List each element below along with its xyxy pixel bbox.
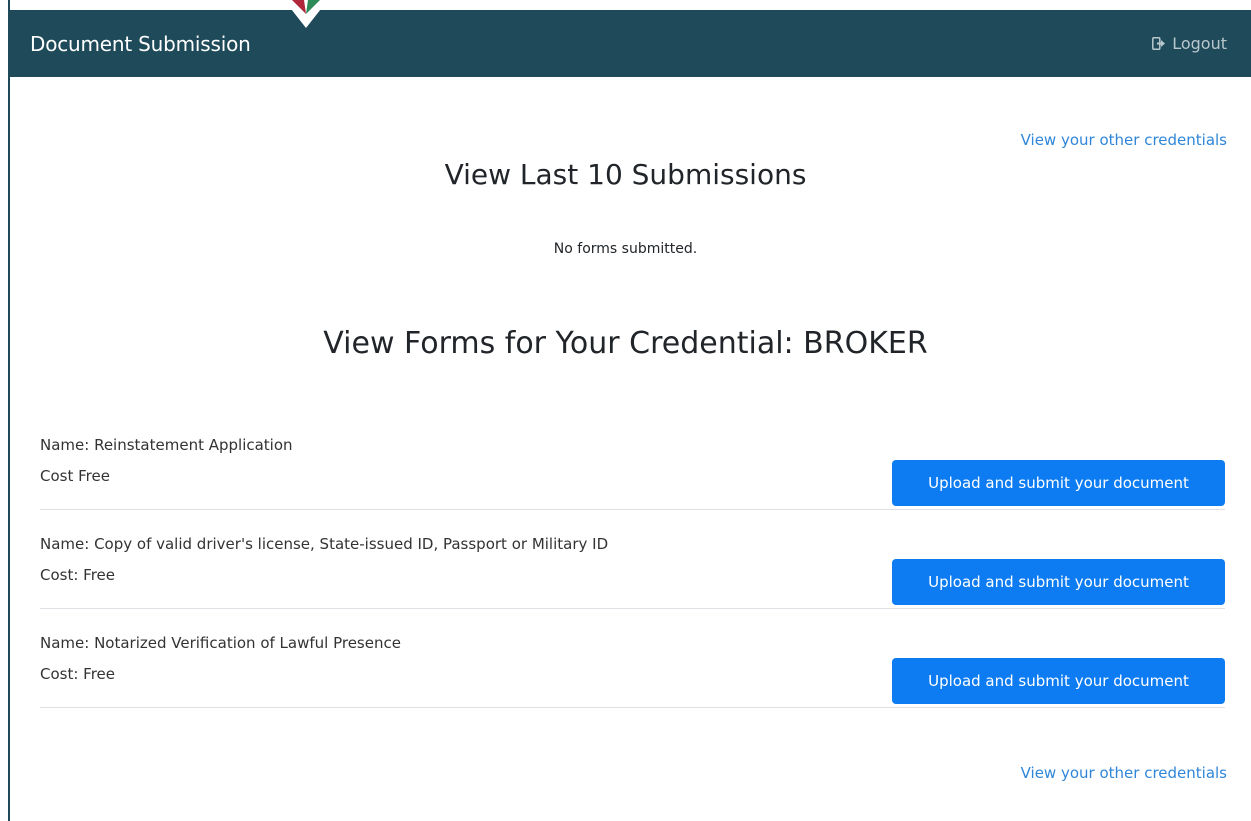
recent-submissions-heading: View Last 10 Submissions	[444, 158, 807, 191]
other-credentials-link-bottom[interactable]: View your other credentials	[1021, 764, 1227, 782]
upload-submit-button[interactable]: Upload and submit your document	[892, 658, 1225, 704]
form-cost: Cost: Free	[40, 566, 115, 584]
form-name: Name: Copy of valid driver's license, St…	[40, 535, 609, 553]
other-credentials-link-top[interactable]: View your other credentials	[1021, 131, 1227, 149]
form-cost: Cost: Free	[40, 665, 115, 683]
logo-mark-icon	[284, 0, 328, 28]
app-header: Document Submission Logout	[10, 10, 1251, 77]
form-row: Name: Copy of valid driver's license, St…	[40, 510, 1225, 609]
sign-out-icon	[1152, 37, 1166, 50]
left-border	[8, 0, 10, 821]
app-title: Document Submission	[30, 32, 251, 56]
no-forms-message: No forms submitted.	[553, 241, 698, 257]
form-name: Name: Notarized Verification of Lawful P…	[40, 634, 401, 652]
upload-submit-button[interactable]: Upload and submit your document	[892, 559, 1225, 605]
page: Document Submission Logout View your oth…	[0, 0, 1251, 821]
form-row: Name: Notarized Verification of Lawful P…	[40, 609, 1225, 708]
logout-label: Logout	[1172, 34, 1227, 53]
credential-forms-heading: View Forms for Your Credential: BROKER	[323, 326, 928, 361]
form-cost: Cost Free	[40, 467, 110, 485]
form-name: Name: Reinstatement Application	[40, 436, 293, 454]
form-row: Name: Reinstatement Application Cost Fre…	[40, 411, 1225, 510]
upload-submit-button[interactable]: Upload and submit your document	[892, 460, 1225, 506]
logout-link[interactable]: Logout	[1152, 34, 1227, 53]
